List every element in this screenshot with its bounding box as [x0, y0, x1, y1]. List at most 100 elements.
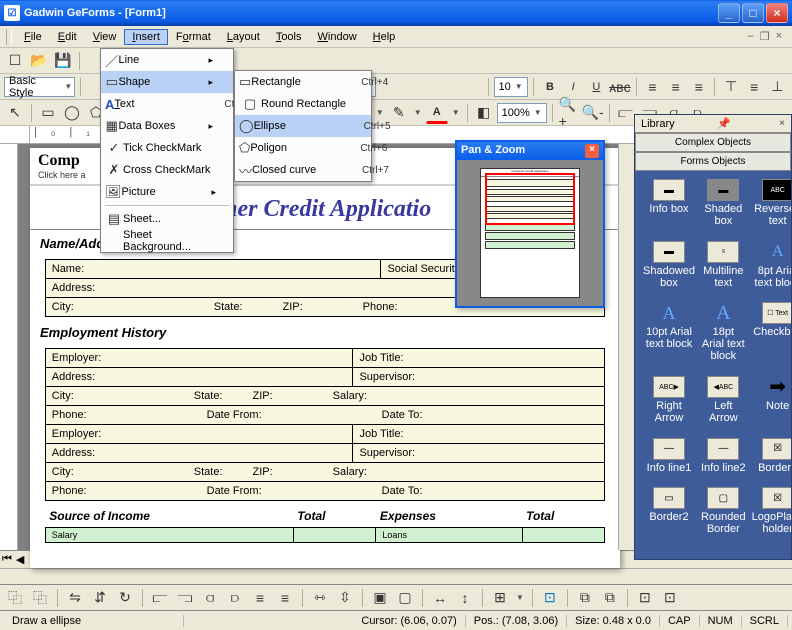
front-button[interactable]: ▣ [369, 587, 391, 609]
grid-button[interactable]: ⊞ [489, 587, 511, 609]
pan-zoom-window[interactable]: Pan & Zoom× Customer Credit Application [455, 140, 605, 308]
layer1-button[interactable]: ⧉ [574, 587, 596, 609]
flip-h-button[interactable]: ⇋ [64, 587, 86, 609]
text-color-button[interactable]: A [426, 102, 448, 124]
zoom-out-button[interactable]: 🔍- [582, 102, 604, 124]
obj-reversed-text[interactable]: ABCReversed text [750, 177, 791, 237]
align-right-button[interactable]: ≡ [688, 76, 709, 98]
flip-v-button[interactable]: ⇵ [89, 587, 111, 609]
mdi-close[interactable]: × [776, 30, 782, 43]
sheet-nav-first[interactable]: ⏮ [0, 553, 14, 566]
shape-ellipse[interactable]: ◯EllipseCtrl+5 [235, 115, 371, 137]
align-m[interactable]: ≡ [249, 587, 271, 609]
obj-shadowed-box[interactable]: ▬Shadowed box [641, 239, 697, 299]
pan-zoom-thumbnail[interactable]: Customer Credit Application [480, 168, 580, 298]
size-combo[interactable]: 10▼ [494, 77, 529, 97]
insert-sheet-bg[interactable]: Sheet Background... [101, 230, 233, 252]
same-w[interactable]: ↔ [429, 587, 451, 609]
obj-info-box[interactable]: ▬Info box [641, 177, 697, 237]
tab-forms-objects[interactable]: Forms Objects [635, 152, 791, 171]
insert-text[interactable]: ATextCtrl+8 [101, 93, 233, 115]
insert-picture[interactable]: 🖼Picture▸ [101, 181, 233, 203]
menu-file[interactable]: File [16, 29, 50, 45]
insert-cross[interactable]: ✗Cross CheckMark [101, 159, 233, 181]
insert-line[interactable]: ／Line▸ [101, 49, 233, 71]
library-pin-icon[interactable]: 📌 [717, 117, 731, 130]
ungroup-button[interactable]: ⿻ [29, 587, 51, 609]
rect-button[interactable]: ▭ [37, 102, 59, 124]
menu-format[interactable]: Format [168, 29, 219, 45]
menu-help[interactable]: Help [365, 29, 404, 45]
same-h[interactable]: ↕ [454, 587, 476, 609]
pan-zoom-close[interactable]: × [585, 144, 599, 158]
shape-rectangle[interactable]: ▭RectangleCtrl+4 [235, 71, 371, 93]
back-button[interactable]: ▢ [394, 587, 416, 609]
align-l[interactable]: ⫍ [149, 587, 171, 609]
obj-checkbox[interactable]: ☐ TextCheckbox [750, 300, 791, 372]
insert-databoxes[interactable]: ▦Data Boxes▸ [101, 115, 233, 137]
underline-button[interactable]: U [586, 76, 607, 98]
bold-button[interactable]: B [539, 76, 560, 98]
valign-top-button[interactable]: ⊤ [720, 76, 741, 98]
obj-info-line2[interactable]: —Info line2 [699, 436, 748, 484]
gripper[interactable] [6, 29, 12, 45]
menu-window[interactable]: Window [310, 29, 365, 45]
obj-rounded-border[interactable]: ▢Rounded Border [699, 485, 748, 545]
save-button[interactable]: 💾 [52, 50, 74, 72]
shape-poligon[interactable]: ⬠PoligonCtrl+6 [235, 137, 371, 159]
obj-shaded-box[interactable]: ▬Shaded box [699, 177, 748, 237]
align-c[interactable]: ⫎ [174, 587, 196, 609]
valign-bot-button[interactable]: ⊥ [767, 76, 788, 98]
menu-view[interactable]: View [85, 29, 125, 45]
dist-h[interactable]: ⇿ [309, 587, 331, 609]
obj-left-arrow[interactable]: ◀ABCLeft Arrow [699, 374, 748, 434]
maximize-button[interactable]: □ [742, 3, 764, 23]
obj-border2[interactable]: ▭Border2 [641, 485, 697, 545]
group-button[interactable]: ⿻ [4, 587, 26, 609]
menu-tools[interactable]: Tools [268, 29, 310, 45]
menu-edit[interactable]: Edit [50, 29, 85, 45]
menu-layout[interactable]: Layout [219, 29, 268, 45]
align-r[interactable]: ⫏ [199, 587, 221, 609]
line-color-button[interactable]: ✎ [388, 102, 410, 124]
guide-button[interactable]: ⊡ [634, 587, 656, 609]
obj-border1[interactable]: ☒Border1 [750, 436, 791, 484]
align-left-button[interactable]: ≡ [642, 76, 663, 98]
insert-sheet[interactable]: ▤Sheet... [101, 208, 233, 230]
mdi-restore[interactable]: ❐ [760, 30, 770, 43]
zoom-combo[interactable]: 100%▼ [497, 103, 547, 123]
valign-mid-button[interactable]: ≡ [744, 76, 765, 98]
menu-insert[interactable]: Insert [124, 29, 168, 45]
pointer-button[interactable]: ↖ [4, 102, 26, 124]
gradient-button[interactable]: ◧ [473, 102, 495, 124]
obj-info-line1[interactable]: —Info line1 [641, 436, 697, 484]
sheet-nav-prev[interactable]: ◀ [14, 553, 26, 566]
obj-multiline-text[interactable]: ≡Multiline text [699, 239, 748, 299]
style-combo[interactable]: Basic Style▼ [4, 77, 75, 97]
obj-note[interactable]: ➡Note [750, 374, 791, 434]
italic-button[interactable]: I [563, 76, 584, 98]
tab-complex-objects[interactable]: Complex Objects [635, 133, 791, 152]
mdi-minimize[interactable]: – [748, 30, 754, 43]
obj-10pt-arial[interactable]: A10pt Arial text block [641, 300, 697, 372]
ellipse-button[interactable]: ◯ [61, 102, 83, 124]
obj-logoplace[interactable]: ☒LogoPlace holder [750, 485, 791, 545]
minimize-button[interactable]: _ [718, 3, 740, 23]
rotate-button[interactable]: ↻ [114, 587, 136, 609]
close-button[interactable]: × [766, 3, 788, 23]
strike-button[interactable]: ᴀʙᴄ [609, 76, 631, 98]
dist-v[interactable]: ⇳ [334, 587, 356, 609]
obj-8pt-arial[interactable]: A8pt Arial text block [750, 239, 791, 299]
shape-round-rect[interactable]: ▢Round Rectangle [235, 93, 371, 115]
vertical-scrollbar[interactable] [618, 144, 634, 550]
horizontal-scrollbar[interactable] [0, 568, 792, 584]
insert-tick[interactable]: ✓Tick CheckMark [101, 137, 233, 159]
align-b[interactable]: ≡ [274, 587, 296, 609]
shape-closed-curve[interactable]: 〰Closed curveCtrl+7 [235, 159, 371, 181]
align-t[interactable]: ⫐ [224, 587, 246, 609]
open-button[interactable]: 📂 [28, 50, 50, 72]
new-button[interactable]: ☐ [4, 50, 26, 72]
layer2-button[interactable]: ⧉ [599, 587, 621, 609]
align-center-button[interactable]: ≡ [665, 76, 686, 98]
snap-button[interactable]: ⊡ [539, 587, 561, 609]
